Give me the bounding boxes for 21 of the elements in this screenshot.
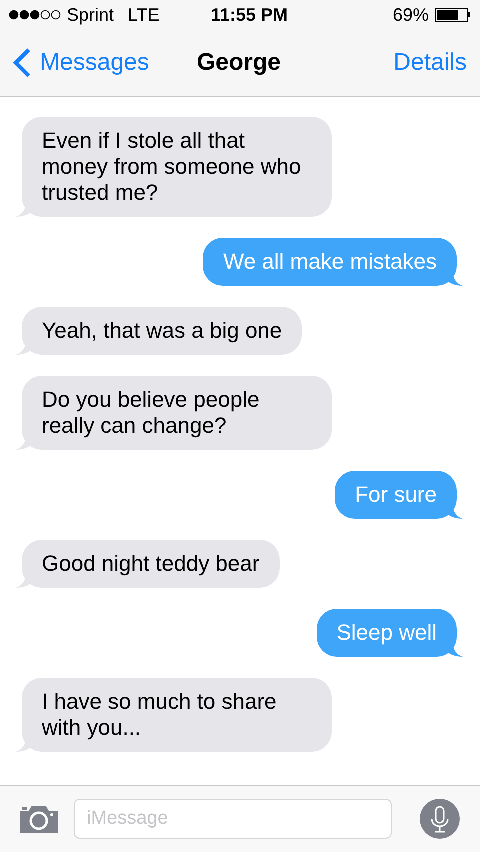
network-type: LTE [128,4,160,26]
conversation-title: George [197,48,282,78]
message-bubble: For sure [335,471,457,519]
signal-strength-icon [9,10,61,20]
clock: 11:55 PM [211,4,288,26]
battery-percentage: 69% [392,4,429,26]
microphone-icon[interactable] [420,799,460,839]
message-bubble: Yeah, that was a big one [22,307,302,355]
message-bubble: Even if I stole all that money from someone who trusted me? [22,117,332,217]
message-bubble: Do you believe people really can change? [22,376,332,450]
message-bubble: Good night teddy bear [22,540,280,588]
back-button[interactable]: Messages [12,45,150,81]
camera-icon[interactable] [20,805,58,833]
message-field[interactable]: iMessage [74,799,392,839]
message-bubble: We all make mistakes [203,238,457,286]
message-bubble: I have so much to share with you... [22,678,332,752]
carrier-name: Sprint [67,4,114,27]
details-button[interactable]: Details [394,45,468,81]
battery-icon [435,8,471,22]
chevron-left-icon [12,47,32,79]
message-bubble: Sleep well [316,609,457,657]
